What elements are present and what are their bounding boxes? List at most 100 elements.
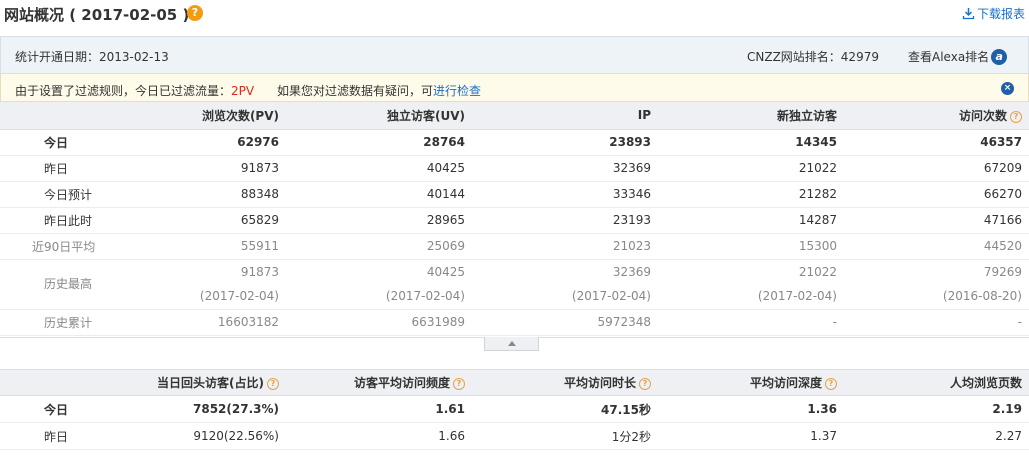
table-row: 今日预计 88348 40144 33346 21282 66270 xyxy=(0,181,1029,208)
open-date: 统计开通日期：2013-02-13 xyxy=(15,50,169,64)
cell: 88348 xyxy=(100,181,286,208)
cell: 9120(22.56%) xyxy=(100,422,286,450)
overview-table: 浏览次数(PV) 独立访客(UV) IP 新独立访客 访问次数? 今日 6297… xyxy=(0,102,1029,336)
close-icon[interactable]: × xyxy=(1001,82,1014,95)
row-label: 历史累计 xyxy=(0,309,100,336)
cell: 32369 (2017-02-04) xyxy=(472,259,658,310)
cell: 28764 xyxy=(286,129,472,156)
table-row: 今日 7852(27.3%) 1.61 47.15秒 1.36 2.19 xyxy=(0,395,1029,423)
table-row: 历史累计 16603182 6631989 5972348 - - xyxy=(0,309,1029,336)
row-label: 今日预计 xyxy=(0,181,100,208)
cell: 21282 xyxy=(658,181,844,208)
question-circle-icon[interactable]: ? xyxy=(453,378,465,390)
cell: - xyxy=(658,309,844,336)
download-icon xyxy=(962,8,975,20)
cell: 47166 xyxy=(844,207,1029,234)
cell: 1.61 xyxy=(286,395,472,423)
cell: 21022 (2017-02-04) xyxy=(658,259,844,310)
table-row: 昨日 9120(22.56%) 1.66 1分2秒 1.37 2.27 xyxy=(0,422,1029,450)
row-label: 昨日此时 xyxy=(0,207,100,234)
row-label: 历史最高 xyxy=(0,259,100,310)
cell: 1.36 xyxy=(658,395,844,423)
row-label: 今日 xyxy=(0,395,100,423)
cell: 40144 xyxy=(286,181,472,208)
row-label: 昨日 xyxy=(0,155,100,182)
question-circle-icon[interactable]: ? xyxy=(639,378,651,390)
alexa-icon: a xyxy=(991,48,1008,65)
table-row: 昨日 91873 40425 32369 21022 67209 xyxy=(0,155,1029,182)
cnzz-rank: CNZZ网站排名：42979 xyxy=(747,50,879,64)
cell: 40425 xyxy=(286,155,472,182)
table-row: 今日 62976 28764 23893 14345 46357 xyxy=(0,129,1029,156)
filtered-value: 2PV xyxy=(231,84,255,98)
cell: 16603182 xyxy=(100,309,286,336)
header-pv: 浏览次数(PV) xyxy=(100,102,286,130)
cell: 62976 xyxy=(100,129,286,156)
question-circle-icon[interactable]: ? xyxy=(187,5,203,21)
row-label: 近90日平均 xyxy=(0,233,100,260)
titlebar: 网站概况 ( 2017-02-05 ) ? 下载报表 xyxy=(0,0,1029,36)
header-uv: 独立访客(UV) xyxy=(286,102,472,130)
alexa-rank-link[interactable]: 查看Alexa排名 a xyxy=(908,48,1008,65)
header-visit-depth: 平均访问深度? xyxy=(658,369,844,396)
table-row: 昨日此时 65829 28965 23193 14287 47166 xyxy=(0,207,1029,234)
cell: - xyxy=(844,309,1029,336)
cell: 25069 xyxy=(286,233,472,260)
cell: 28965 xyxy=(286,207,472,234)
cell: 47.15秒 xyxy=(472,395,658,423)
cell: 1分2秒 xyxy=(472,422,658,450)
header-pages-per-visitor: 人均浏览页数 xyxy=(844,369,1029,396)
cell: 67209 xyxy=(844,155,1029,182)
cell: 15300 xyxy=(658,233,844,260)
header-ip: IP xyxy=(472,102,658,130)
header-new-visitors: 新独立访客 xyxy=(658,102,844,130)
cell: 55911 xyxy=(100,233,286,260)
page-title: 网站概况 ( 2017-02-05 ) xyxy=(4,6,190,24)
cell: 14345 xyxy=(658,129,844,156)
visit-quality-table: 当日回头访客(占比)? 访客平均访问频度? 平均访问时长? 平均访问深度? 人均… xyxy=(0,369,1029,450)
filter-notice: 由于设置了过滤规则，今日已过滤流量：2PV 如果您对过滤数据有疑问，可进行检查 … xyxy=(0,73,1029,102)
cell: 91873 xyxy=(100,155,286,182)
cell: 91873 (2017-02-04) xyxy=(100,259,286,310)
header-blank xyxy=(0,102,100,130)
cell: 23193 xyxy=(472,207,658,234)
row-label: 今日 xyxy=(0,129,100,156)
cell: 65829 xyxy=(100,207,286,234)
cell: 1.37 xyxy=(658,422,844,450)
cell: 66270 xyxy=(844,181,1029,208)
cell: 40425 (2017-02-04) xyxy=(286,259,472,310)
table-header: 浏览次数(PV) 独立访客(UV) IP 新独立访客 访问次数? xyxy=(0,102,1029,130)
collapse-button[interactable] xyxy=(484,337,539,351)
cell: 44520 xyxy=(844,233,1029,260)
table-row: 历史最高 91873 (2017-02-04) 40425 (2017-02-04)… xyxy=(0,259,1029,310)
row-label: 昨日 xyxy=(0,422,100,450)
cell: 2.27 xyxy=(844,422,1029,450)
chevron-up-icon xyxy=(508,341,516,346)
download-report-link[interactable]: 下载报表 xyxy=(962,5,1025,22)
notice-pre: 由于设置了过滤规则，今日已过滤流量： xyxy=(15,84,232,98)
cell: 6631989 xyxy=(286,309,472,336)
stats-bar: 统计开通日期：2013-02-13 CNZZ网站排名：42979 查看Alexa… xyxy=(0,36,1029,73)
header-return-visitors: 当日回头访客(占比)? xyxy=(100,369,286,396)
cell: 1.66 xyxy=(286,422,472,450)
cell: 32369 xyxy=(472,155,658,182)
header-visit-duration: 平均访问时长? xyxy=(472,369,658,396)
cell: 5972348 xyxy=(472,309,658,336)
cell: 79269 (2016-08-20) xyxy=(844,259,1029,310)
header-visits: 访问次数? xyxy=(844,102,1029,130)
question-circle-icon[interactable]: ? xyxy=(825,378,837,390)
check-link[interactable]: 进行检查 xyxy=(433,84,481,98)
header-blank xyxy=(0,369,100,396)
cell: 23893 xyxy=(472,129,658,156)
cell: 21023 xyxy=(472,233,658,260)
question-circle-icon[interactable]: ? xyxy=(267,378,279,390)
cell: 14287 xyxy=(658,207,844,234)
alexa-label: 查看Alexa排名 xyxy=(908,50,990,64)
notice-mid: 如果您对过滤数据有疑问，可 xyxy=(254,84,433,98)
cell: 21022 xyxy=(658,155,844,182)
cell: 7852(27.3%) xyxy=(100,395,286,423)
cell: 33346 xyxy=(472,181,658,208)
table-row: 近90日平均 55911 25069 21023 15300 44520 xyxy=(0,233,1029,260)
question-circle-icon[interactable]: ? xyxy=(1010,110,1022,123)
header-visit-frequency: 访客平均访问频度? xyxy=(286,369,472,396)
